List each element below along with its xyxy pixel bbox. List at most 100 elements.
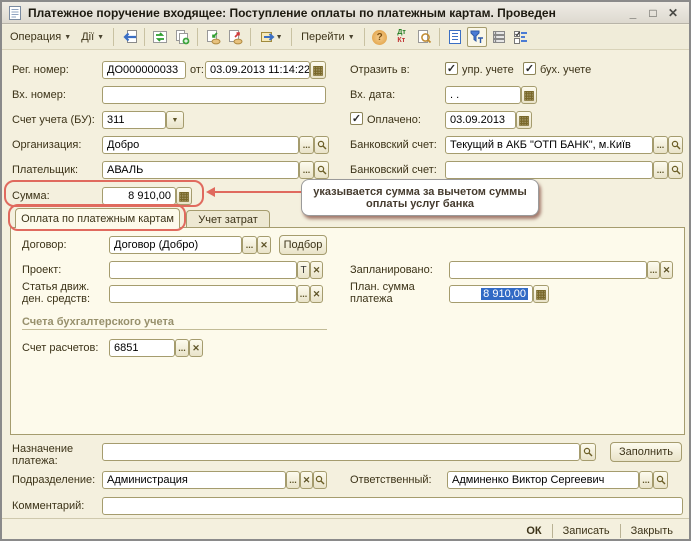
cashflow-item-lookup-button[interactable]: ... (297, 285, 310, 303)
reflect-in-label: Отразить в: (350, 64, 410, 76)
tab-card-payment-label: Оплата по платежным картам (21, 212, 174, 225)
planned-amount-input[interactable]: 8 910,00 (449, 285, 533, 303)
paid-date-input[interactable]: 03.09.2013 (445, 111, 516, 129)
dtkt-button[interactable]: Дт Кт (392, 27, 412, 47)
responsible-input[interactable]: Админенко Виктор Сергеевич (447, 471, 639, 489)
planned-amount-calculator-button[interactable]: ▦ (533, 285, 549, 303)
department-lookup-button[interactable]: ... (286, 471, 300, 489)
in-number-label: Вх. номер: (12, 89, 66, 101)
amount-calculator-button[interactable]: ▦ (176, 187, 192, 205)
planned-input[interactable] (449, 261, 647, 279)
payment-purpose-search-button[interactable] (580, 443, 596, 461)
clear-icon: ✕ (192, 342, 200, 353)
unpost-document-button[interactable] (225, 27, 245, 47)
preview-button[interactable] (414, 27, 434, 47)
project-input[interactable] (109, 261, 297, 279)
list-rows-button[interactable] (489, 27, 509, 47)
comment-input[interactable] (102, 497, 683, 515)
contract-clear-button[interactable]: ✕ (257, 236, 271, 254)
magnifier-icon (317, 140, 326, 150)
clear-icon: ✕ (662, 264, 671, 275)
in-date-input[interactable]: . . (445, 86, 521, 104)
reg-date-calendar-button[interactable]: ▦ (310, 61, 326, 79)
amount-label: Сумма: (12, 190, 50, 202)
bank-account1-lookup-button[interactable]: ... (653, 136, 668, 154)
amount-input[interactable]: 8 910,00 (102, 187, 176, 205)
bank-account1-search-button[interactable] (668, 136, 683, 154)
checkbox-settings-icon (513, 31, 527, 44)
organization-label: Организация: (12, 139, 82, 151)
clear-icon: ✕ (312, 288, 321, 299)
reg-number-input[interactable]: ДО000000033 (102, 61, 186, 79)
close-button[interactable]: ✕ (663, 5, 683, 21)
copy-button[interactable] (172, 27, 192, 47)
reg-date-input[interactable]: 03.09.2013 11:14:22 (205, 61, 310, 79)
minimize-button[interactable]: _ (623, 5, 643, 21)
toolbar-separator (144, 28, 146, 46)
contract-input[interactable]: Договор (Добро) (109, 236, 242, 254)
close-form-button[interactable]: Закрыть (621, 522, 683, 539)
paid-date-calendar-button[interactable]: ▦ (516, 111, 532, 129)
in-number-input[interactable] (102, 86, 326, 104)
clear-icon: ✕ (312, 264, 321, 275)
planned-lookup-button[interactable]: ... (647, 261, 660, 279)
maximize-button[interactable]: □ (643, 5, 663, 21)
go-to-menu-button[interactable]: Перейти ▼ (297, 29, 359, 45)
bank-account1-label: Банковский счет: (350, 139, 437, 151)
annotation-callout: указывается сумма за вычетом суммы оплат… (301, 179, 539, 216)
settlement-account-lookup-button[interactable]: ... (175, 339, 189, 357)
payer-input[interactable]: АВАЛЬ (102, 161, 299, 179)
operation-menu-button[interactable]: Операция ▼ (6, 29, 75, 45)
book-accounting-checkbox[interactable]: ✓ (523, 62, 536, 75)
planned-label: Запланировано: (350, 264, 433, 276)
payment-purpose-input[interactable] (102, 443, 580, 461)
in-date-calendar-button[interactable]: ▦ (521, 86, 537, 104)
tab-card-payment[interactable]: Оплата по платежным картам (15, 208, 180, 228)
tree-filter-toggle[interactable] (466, 27, 487, 47)
post-document-button[interactable] (203, 27, 223, 47)
department-search-button[interactable] (313, 471, 327, 489)
cashflow-item-input[interactable] (109, 285, 297, 303)
account-bu-input[interactable]: 311 (102, 111, 166, 129)
actions-menu-button[interactable]: Дії ▼ (77, 29, 108, 45)
paid-checkbox[interactable]: ✓ (350, 112, 363, 125)
management-accounting-checkbox[interactable]: ✓ (445, 62, 458, 75)
help-button[interactable]: ? (370, 27, 390, 47)
settlement-account-clear-button[interactable]: ✕ (189, 339, 203, 357)
planned-clear-button[interactable]: ✕ (660, 261, 673, 279)
save-button[interactable]: Записать (553, 522, 620, 539)
contract-lookup-button[interactable]: ... (242, 236, 257, 254)
chevron-down-icon: ▼ (347, 33, 355, 41)
bank-account2-search-button[interactable] (668, 161, 683, 179)
project-clear-button[interactable]: ✕ (310, 261, 323, 279)
output-menu-button[interactable]: ▼ (256, 27, 286, 47)
department-clear-button[interactable]: ✕ (300, 471, 313, 489)
bank-account2-lookup-button[interactable]: ... (653, 161, 668, 179)
department-input[interactable]: Администрация (102, 471, 286, 489)
organization-search-button[interactable] (314, 136, 329, 154)
project-text-button[interactable]: T (297, 261, 310, 279)
ok-button[interactable]: ОК (516, 522, 551, 539)
contract-pick-button[interactable]: Подбор (279, 235, 327, 255)
bank-account1-input[interactable]: Текущий в АКБ "ОТП БАНК", м.Київ (445, 136, 653, 154)
organization-input[interactable]: Добро (102, 136, 299, 154)
payer-search-button[interactable] (314, 161, 329, 179)
fill-button[interactable]: Заполнить (610, 442, 682, 462)
post-and-close-button[interactable] (119, 27, 139, 47)
refresh-button[interactable] (150, 27, 170, 47)
chevron-down-icon: ▼ (275, 33, 283, 41)
account-bu-dropdown-button[interactable]: ▼ (166, 111, 184, 129)
structure-button[interactable] (445, 27, 465, 47)
tab-cost-accounting[interactable]: Учет затрат (186, 210, 270, 228)
chevron-down-icon: ▼ (64, 33, 72, 41)
cashflow-item-clear-button[interactable]: ✕ (310, 285, 323, 303)
save-arrow-icon (260, 32, 275, 42)
responsible-search-button[interactable] (653, 471, 668, 489)
bank-account2-input[interactable] (445, 161, 653, 179)
settlement-account-input[interactable]: 6851 (109, 339, 175, 357)
organization-lookup-button[interactable]: ... (299, 136, 314, 154)
responsible-lookup-button[interactable]: ... (639, 471, 653, 489)
payer-lookup-button[interactable]: ... (299, 161, 314, 179)
settings-button[interactable] (511, 27, 531, 47)
clear-icon: ✕ (260, 239, 268, 250)
